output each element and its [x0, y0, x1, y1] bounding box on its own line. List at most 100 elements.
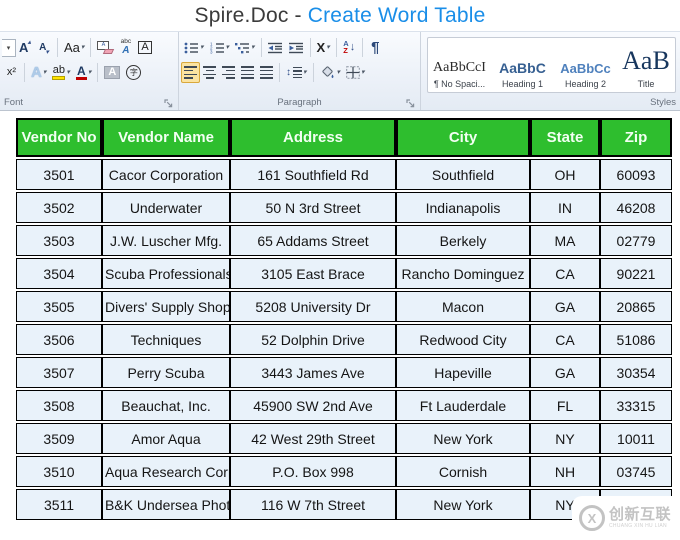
table-row: 3501 Cacor Corporation 161 Southfield Rd So… — [16, 159, 672, 190]
chevron-down-icon: ▾ — [66, 69, 70, 76]
table-cell: 33315 — [600, 390, 672, 421]
styles-group-label: Styles — [650, 97, 676, 108]
font-color-glyph: A — [77, 64, 86, 78]
shrink-font-button[interactable]: A ▾ — [35, 37, 54, 58]
font-color-bar — [75, 77, 87, 80]
table-cell: 60093 — [600, 159, 672, 190]
table-cell: 3508 — [16, 390, 102, 421]
decrease-indent-button[interactable] — [265, 37, 286, 58]
column-header: State — [530, 118, 600, 157]
change-case-button[interactable]: Aa ▾ — [61, 37, 87, 58]
show-formatting-marks-button[interactable]: ¶ — [366, 37, 385, 58]
sort-button[interactable]: A Z ↓ — [340, 37, 359, 58]
watermark-en-text: CHUANG XIN HU LIAN — [609, 523, 667, 529]
justify-button[interactable] — [238, 62, 257, 83]
column-header: City — [396, 118, 530, 157]
numbered-list-icon: 1 2 3 — [210, 42, 224, 54]
highlight-icon: ab — [52, 65, 66, 80]
table-cell: Rancho Dominguez — [396, 258, 530, 289]
watermark-logo-icon: X — [579, 505, 605, 531]
text-effects-icon: A — [31, 64, 42, 81]
table-cell: 5208 University Dr — [230, 291, 396, 322]
highlight-color-bar — [52, 76, 66, 80]
bullet-list-icon — [184, 42, 198, 53]
table-cell: 02779 — [600, 225, 672, 256]
column-header: Vendor No — [16, 118, 102, 157]
style-no-spacing[interactable]: AaBbCcI ¶ No Spaci... — [428, 38, 491, 92]
table-cell: 20865 — [600, 291, 672, 322]
chevron-down-icon: ▾ — [251, 44, 255, 51]
ribbon-group-paragraph: ▾ 1 2 3 ▾ ▾ X ▾ A Z ↓ ¶ ↕ ▾ ▾ ▾ Paragrap… — [178, 32, 420, 110]
styles-group-footer: Styles — [421, 96, 680, 109]
column-header: Address — [230, 118, 396, 157]
clear-formatting-button[interactable]: A — [94, 37, 116, 58]
align-right-button[interactable] — [219, 62, 238, 83]
separator — [97, 63, 99, 82]
justify-icon — [241, 66, 254, 79]
font-size-dropdown-arrow[interactable]: ▾ — [2, 38, 16, 57]
table-cell: Cacor Corporation — [102, 159, 230, 190]
align-center-icon — [203, 66, 216, 79]
paragraph-group-label: Paragraph — [277, 97, 322, 108]
table-row: 3504 Scuba Professionals 3105 East Brace Ra… — [16, 258, 672, 289]
table-cell: Hapeville — [396, 357, 530, 388]
multilevel-list-icon — [235, 42, 250, 53]
character-border-button[interactable]: A — [135, 37, 154, 58]
character-shading-button[interactable]: A — [101, 62, 123, 83]
font-color-button[interactable]: A ▾ — [73, 62, 95, 83]
decrease-indent-icon — [267, 42, 282, 53]
table-cell: 51086 — [600, 324, 672, 355]
eraser-icon — [103, 49, 115, 54]
separator — [260, 38, 262, 57]
table-cell: FL — [530, 390, 600, 421]
table-row: 3508 Beauchat, Inc. 45900 SW 2nd Ave Ft Lau… — [16, 390, 672, 421]
enclose-characters-button[interactable]: 字 — [123, 62, 144, 83]
increase-indent-button[interactable] — [286, 37, 307, 58]
shading-button[interactable]: ▾ — [317, 62, 344, 83]
style-heading-1[interactable]: AaBbC Heading 1 — [491, 38, 554, 92]
ribbon-group-font: ▾ A ▴ A ▾ Aa ▾ A abc A A x² A ▾ ab ▾ A ▾… — [0, 32, 178, 110]
style-title[interactable]: AaB Title — [617, 38, 675, 92]
distributed-button[interactable] — [257, 62, 276, 83]
page-title-prefix: Spire.Doc - — [194, 3, 302, 27]
table-cell: P.O. Box 998 — [230, 456, 396, 487]
table-cell: 161 Southfield Rd — [230, 159, 396, 190]
distributed-icon — [260, 66, 273, 79]
borders-button[interactable]: ▾ — [343, 62, 368, 83]
watermark-cn-text: 创新互联 — [609, 506, 672, 523]
asian-layout-button[interactable]: X ▾ — [314, 37, 333, 58]
text-effects-button[interactable]: A ▾ — [28, 62, 49, 83]
superscript-button[interactable]: x² — [2, 62, 21, 83]
table-cell: 3510 — [16, 456, 102, 487]
chevron-down-icon: ▾ — [303, 69, 307, 76]
align-center-button[interactable] — [200, 62, 219, 83]
line-spacing-icon: ↕ — [286, 66, 302, 79]
paragraph-dialog-launcher[interactable] — [406, 99, 415, 108]
table-cell: Underwater — [102, 192, 230, 223]
phonetic-guide-icon: abc A — [121, 39, 131, 56]
document-area: Vendor No Vendor Name Address City State Zip … — [0, 111, 680, 522]
chevron-down-icon: ▾ — [42, 69, 47, 76]
multilevel-list-button[interactable]: ▾ — [232, 37, 258, 58]
style-label: ¶ No Spaci... — [433, 79, 486, 89]
font-group-label: Font — [4, 97, 24, 108]
separator — [335, 38, 337, 57]
line-spacing-button[interactable]: ↕ ▾ — [283, 62, 310, 83]
text-highlight-button[interactable]: ab ▾ — [49, 62, 73, 83]
grow-font-button[interactable]: A ▴ — [16, 37, 35, 58]
clear-formatting-icon: A — [97, 41, 115, 54]
bullet-list-button[interactable]: ▾ — [181, 37, 207, 58]
numbered-list-button[interactable]: 1 2 3 ▾ — [207, 37, 233, 58]
watermark: X 创新互联 CHUANG XIN HU LIAN — [572, 496, 680, 540]
table-cell: GA — [530, 291, 600, 322]
font-dialog-launcher[interactable] — [164, 99, 173, 108]
table-cell: Aqua Research Corp. — [102, 456, 230, 487]
table-row: 3510 Aqua Research Corp. P.O. Box 998 Corni… — [16, 456, 672, 487]
style-heading-2[interactable]: AaBbCc Heading 2 — [554, 38, 617, 92]
phonetic-guide-button[interactable]: abc A — [116, 37, 135, 58]
increase-indent-icon — [288, 42, 303, 53]
align-left-button[interactable] — [181, 62, 200, 83]
table-cell: 116 W 7th Street — [230, 489, 396, 520]
table-body: 3501 Cacor Corporation 161 Southfield Rd So… — [16, 159, 672, 520]
table-cell: 3504 — [16, 258, 102, 289]
